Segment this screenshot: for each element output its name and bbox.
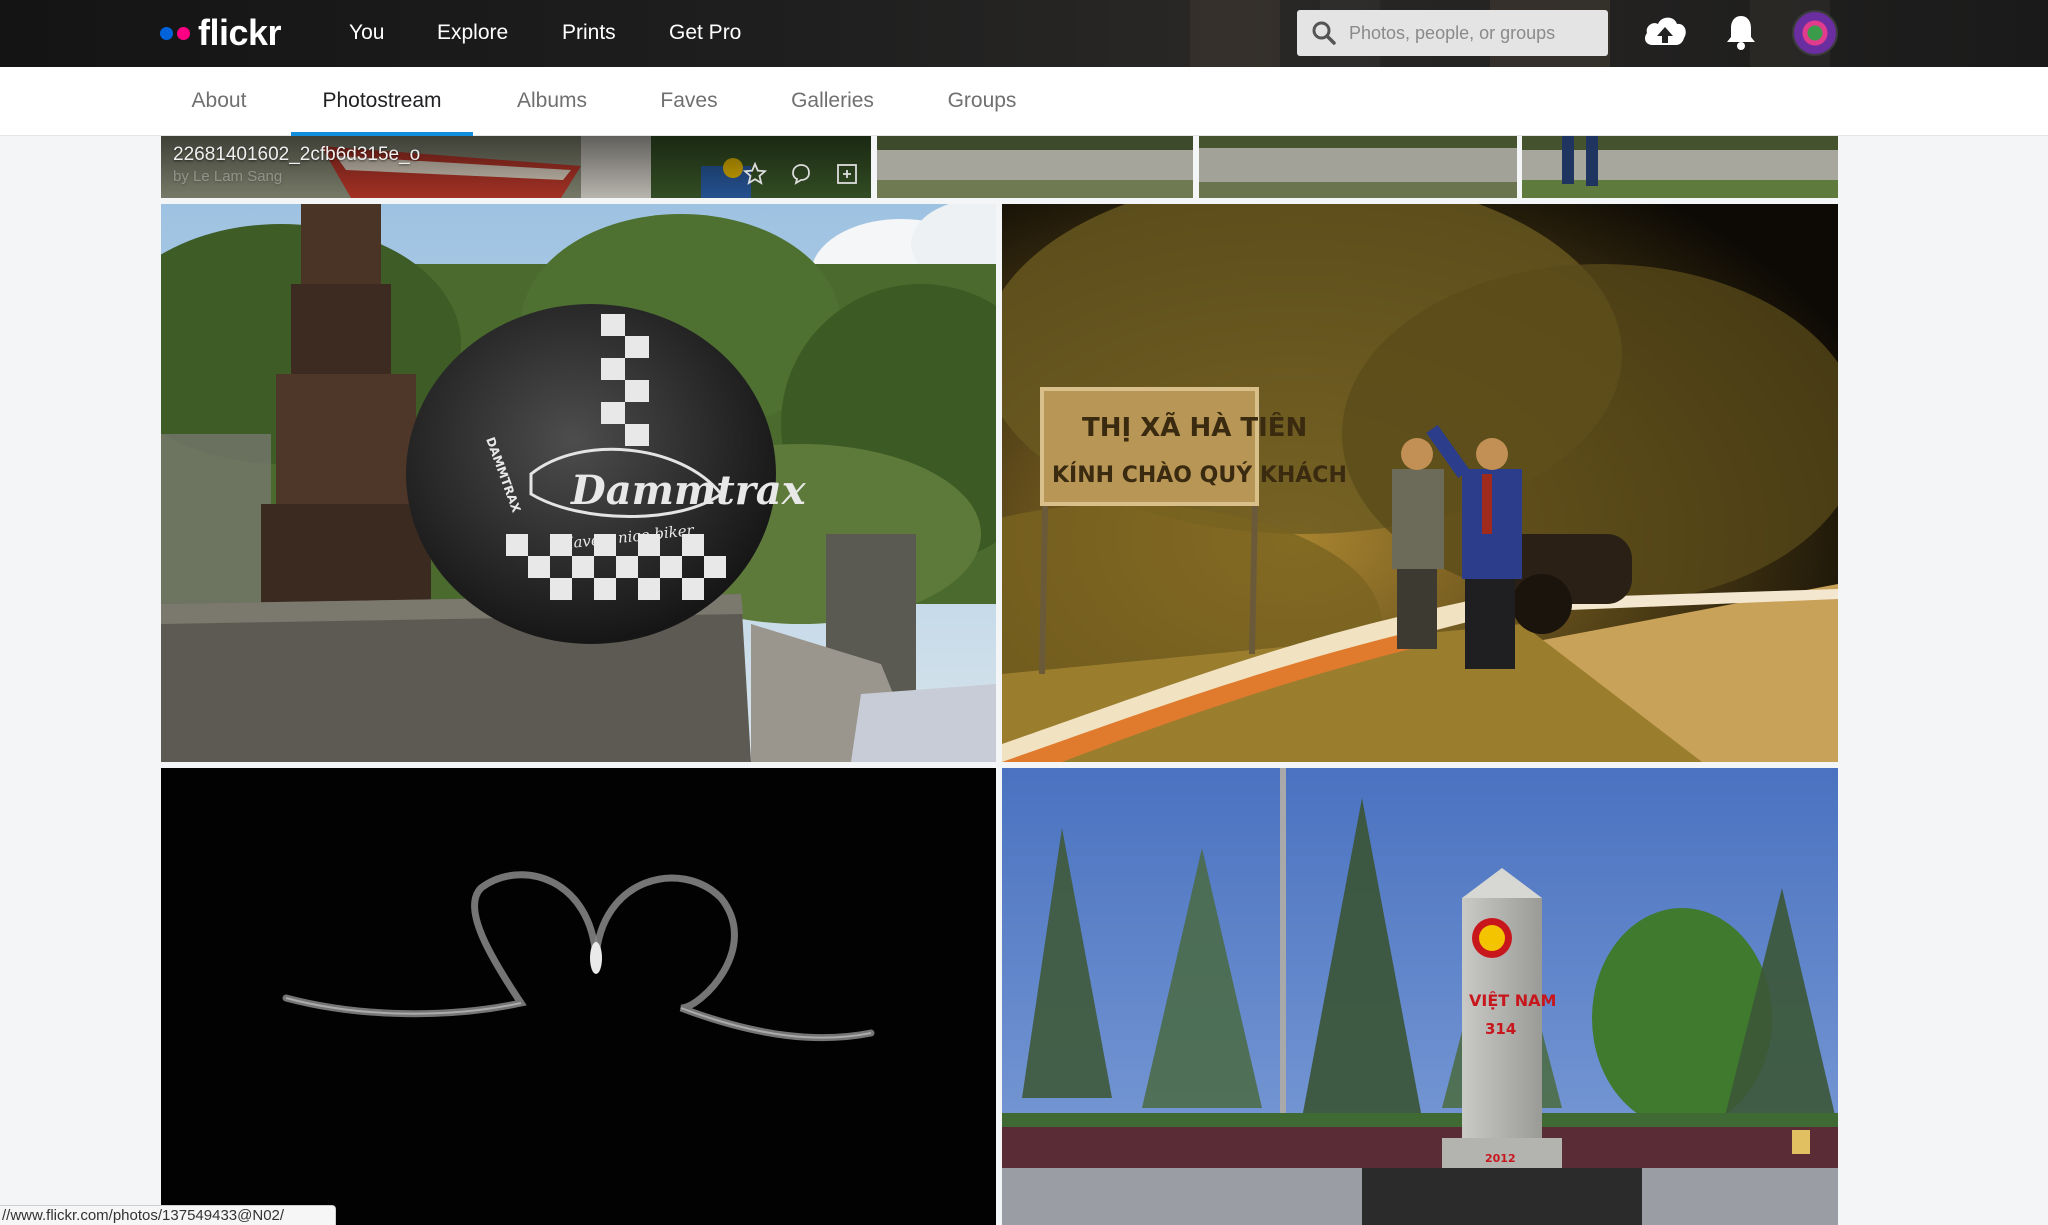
nav-get-pro[interactable]: Get Pro: [669, 20, 741, 46]
nav-prints[interactable]: Prints: [562, 20, 616, 46]
upload-cloud-icon[interactable]: [1641, 12, 1689, 52]
flickr-logo[interactable]: flickr: [160, 12, 282, 53]
photo-tile-helmet[interactable]: Dammtrax Have a nice biker DAMMTRAX: [161, 204, 996, 762]
photo-night-sign-image: THỊ XÃ HÀ TIÊN KÍNH CHÀO QUÝ KHÁCH: [1002, 204, 1838, 762]
sign-line-1: THỊ XÃ HÀ TIÊN: [1082, 411, 1307, 443]
helmet-brand-text: Dammtrax: [570, 467, 807, 514]
photo-helmet-image: Dammtrax Have a nice biker DAMMTRAX: [161, 204, 996, 762]
photo-overlay-title[interactable]: 22681401602_2cfb6d315e_o: [173, 144, 420, 166]
photo-light-heart-image: [161, 768, 996, 1225]
logo-pink-dot: [177, 26, 190, 40]
logo-blue-dot: [160, 26, 173, 40]
photo-tile-light-heart[interactable]: [161, 768, 996, 1225]
photo-border-marker-image: VIỆT NAM 314 2012: [1002, 768, 1838, 1225]
logo-wordmark: flickr: [198, 12, 282, 53]
photo-wall-3-image: [1522, 136, 1838, 198]
profile-subnav: About Photostream Albums Faves Galleries…: [0, 67, 2048, 136]
top-navigation-bar: flickr You Explore Prints Get Pro: [0, 0, 2048, 67]
photo-tile-night-sign[interactable]: THỊ XÃ HÀ TIÊN KÍNH CHÀO QUÝ KHÁCH: [1002, 204, 1838, 762]
search-input[interactable]: [1347, 21, 1591, 45]
marker-number-text: 314: [1485, 1020, 1516, 1038]
star-icon[interactable]: [743, 162, 767, 186]
tab-faves[interactable]: Faves: [640, 67, 738, 136]
browser-status-bar: //www.flickr.com/photos/137549433@N02/: [0, 1205, 336, 1225]
marker-country-text: VIỆT NAM: [1469, 990, 1556, 1010]
tab-about[interactable]: About: [170, 67, 268, 136]
photo-tile-border-marker[interactable]: VIỆT NAM 314 2012: [1002, 768, 1838, 1225]
nav-you[interactable]: You: [349, 20, 384, 46]
comment-icon[interactable]: [789, 162, 813, 186]
photo-wall-2-image: [1199, 136, 1517, 198]
tab-photostream[interactable]: Photostream: [291, 67, 473, 136]
tab-albums[interactable]: Albums: [496, 67, 608, 136]
photo-tile-wall-2[interactable]: [1199, 136, 1517, 198]
sign-line-2: KÍNH CHÀO QUÝ KHÁCH: [1052, 462, 1347, 488]
search-box[interactable]: [1297, 10, 1608, 56]
photo-tile-wall-3[interactable]: [1522, 136, 1838, 198]
bell-icon[interactable]: [1725, 12, 1757, 52]
tab-groups[interactable]: Groups: [925, 67, 1039, 136]
photo-overlay-byline[interactable]: by Le Lam Sang: [173, 168, 282, 185]
search-icon[interactable]: [1311, 20, 1337, 46]
photo-tile-wall-1[interactable]: [877, 136, 1193, 198]
marker-year-text: 2012: [1485, 1152, 1516, 1165]
user-avatar[interactable]: [1792, 10, 1838, 56]
tab-galleries[interactable]: Galleries: [771, 67, 894, 136]
photo-wall-1-image: [877, 136, 1193, 198]
add-to-gallery-icon[interactable]: [835, 162, 859, 186]
nav-explore[interactable]: Explore: [437, 20, 508, 46]
photo-tile-boat[interactable]: 22681401602_2cfb6d315e_o by Le Lam Sang: [161, 136, 871, 198]
